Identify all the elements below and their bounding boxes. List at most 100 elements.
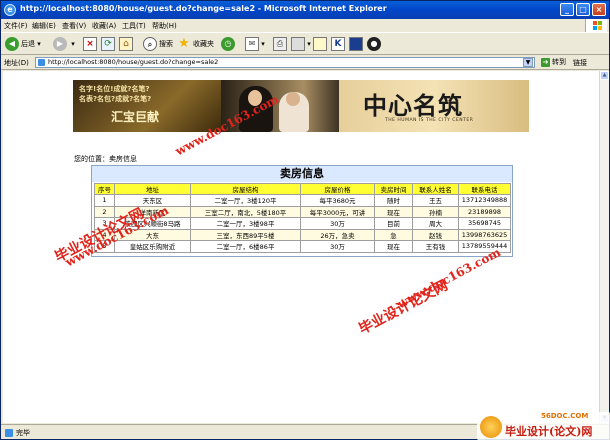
cell-price: 每平3000元，可讲 — [300, 205, 375, 218]
back-arrow-icon: ◀ — [5, 37, 19, 51]
table-row: 1 天东区 二室一厅，3楼120平 每平3680元 随时 王五 13712349… — [94, 194, 511, 207]
col-header-index: 序号 — [94, 183, 115, 195]
col-header-contact-name: 联系人姓名 — [412, 183, 459, 195]
edit-icon — [291, 37, 305, 51]
col-header-phone: 联系电话 — [458, 183, 511, 195]
forward-button[interactable]: ▶ ▾ — [53, 36, 75, 52]
k-button[interactable]: K — [331, 36, 345, 52]
cell-contact-name: 周大 — [412, 217, 459, 230]
logo-disc-icon — [480, 416, 502, 438]
qq-button[interactable]: ● — [367, 36, 383, 52]
refresh-icon: ⟳ — [101, 37, 115, 51]
page-content: 名字!名位!成就?名笔? 名表?名包?成就?名笔? 汇宝巨献 中心名筑 THE … — [3, 71, 599, 423]
stop-button[interactable]: × — [83, 36, 97, 52]
menu-edit[interactable]: 编辑(E) — [32, 21, 56, 31]
go-button[interactable]: ➜ 转到 — [541, 57, 566, 67]
cell-phone: 35698745 — [458, 217, 511, 230]
address-dropdown-button[interactable]: ▼ — [523, 58, 533, 67]
messenger-icon — [349, 37, 363, 51]
cell-phone: 23189898 — [458, 205, 511, 218]
col-header-structure: 房屋结构 — [190, 183, 301, 195]
table-title: 卖房信息 — [92, 166, 512, 182]
cell-sale-time: 急 — [374, 228, 413, 241]
page-icon — [38, 59, 45, 66]
stop-icon: × — [83, 37, 97, 51]
cell-sale-time: 现在 — [374, 205, 413, 218]
page-done-icon — [5, 429, 13, 437]
menu-tools[interactable]: 工具(T) — [122, 21, 146, 31]
cell-structure: 二室一厅，6楼86平 — [190, 240, 301, 253]
mail-button[interactable]: ✉ ▾ — [245, 36, 265, 52]
site-logo: 56DOC.COM 毕业设计(论文)网 — [477, 412, 610, 440]
cell-address: 天东区 — [114, 194, 191, 207]
cell-phone: 13712349888 — [458, 194, 511, 207]
cell-sale-time: 现在 — [374, 240, 413, 253]
vertical-scrollbar[interactable]: ▲ ▼ — [599, 71, 609, 423]
col-header-price: 房屋价格 — [300, 183, 375, 195]
scroll-up-button[interactable]: ▲ — [600, 71, 609, 80]
banner-left-line1: 名字!名位!成就?名笔? — [79, 85, 150, 93]
star-icon: ★ — [178, 36, 190, 51]
history-button[interactable]: ◷ — [221, 36, 237, 52]
cell-phone: 13998763625 — [458, 228, 511, 241]
back-button[interactable]: ◀ 后退 ▾ — [5, 36, 41, 52]
search-button[interactable]: ⌕ 搜索 — [143, 36, 173, 52]
discuss-icon — [313, 37, 327, 51]
cell-structure: 二室一厅，3楼98平 — [190, 217, 301, 230]
print-button[interactable]: ⎙ — [273, 36, 287, 52]
close-button[interactable]: × — [592, 3, 606, 16]
forward-arrow-icon: ▶ — [53, 37, 67, 51]
banner-left-line2: 名表?名包?成就?名笔? — [79, 95, 152, 103]
cell-index: 1 — [94, 194, 115, 207]
menu-bar: 文件(F) 编辑(E) 查看(V) 收藏(A) 工具(T) 帮助(H) — [1, 19, 609, 33]
cell-contact-name: 王五 — [412, 194, 459, 207]
cell-structure: 二室一厅，3楼120平 — [190, 194, 301, 207]
status-text: 完毕 — [16, 429, 30, 437]
menu-help[interactable]: 帮助(H) — [152, 21, 177, 31]
banner-right-subtitle: THE HUMAN IS THE CITY CENTER — [385, 118, 474, 123]
banner-image: 名字!名位!成就?名笔? 名表?名包?成就?名笔? 汇宝巨献 中心名筑 THE … — [73, 80, 529, 132]
title-bar: e http://localhost:8080/house/guest.do?c… — [1, 1, 609, 19]
home-icon: ⌂ — [119, 37, 133, 51]
refresh-button[interactable]: ⟳ — [101, 36, 115, 52]
mail-icon: ✉ — [245, 37, 259, 51]
cell-price: 26万，急卖 — [300, 228, 375, 241]
table-header-row: 序号 地址 房屋结构 房屋价格 卖房时间 联系人姓名 联系电话 — [94, 183, 511, 195]
go-arrow-icon: ➜ — [541, 57, 550, 67]
cell-contact-name: 赵钱 — [412, 228, 459, 241]
k-icon: K — [331, 37, 345, 51]
links-button[interactable]: 链接 — [573, 58, 587, 68]
cell-price: 每平3680元 — [300, 194, 375, 207]
cell-structure: 三室，东西89平5楼 — [190, 228, 301, 241]
menu-view[interactable]: 查看(V) — [62, 21, 86, 31]
ie-icon: e — [4, 4, 16, 16]
col-header-sale-time: 卖房时间 — [374, 183, 413, 195]
address-label: 地址(D) — [4, 59, 29, 67]
cell-contact-name: 孙楠 — [412, 205, 459, 218]
banner-right-title: 中心名筑 — [363, 91, 463, 120]
table-row: 5 皇姑区乐购附近 二室一厅，6楼86平 30万 现在 王有钱 13789559… — [94, 240, 511, 253]
minimize-button[interactable]: _ — [560, 3, 574, 16]
cell-contact-name: 王有钱 — [412, 240, 459, 253]
menu-file[interactable]: 文件(F) — [4, 21, 28, 31]
banner-left-title: 汇宝巨献 — [111, 110, 160, 124]
windows-logo-icon — [585, 19, 607, 32]
home-button[interactable]: ⌂ — [119, 36, 133, 52]
table-row: 4 大东 三室，东西89平5楼 26万，急卖 急 赵钱 13998763625 — [94, 228, 511, 241]
print-icon: ⎙ — [273, 37, 287, 51]
address-input[interactable]: http://localhost:8080/house/guest.do?cha… — [35, 57, 535, 68]
cell-sale-time: 目前 — [374, 217, 413, 230]
logo-text: 毕业设计(论文)网 — [505, 425, 593, 438]
maximize-button[interactable]: □ — [576, 3, 590, 16]
breadcrumb: 您的位置：卖房信息 — [74, 155, 137, 163]
messenger-button[interactable] — [349, 36, 363, 52]
cell-sale-time: 随时 — [374, 194, 413, 207]
discuss-button[interactable] — [313, 36, 327, 52]
col-header-address: 地址 — [114, 183, 191, 195]
menu-favorites[interactable]: 收藏(A) — [92, 21, 116, 31]
favorites-button[interactable]: ★ 收藏夹 — [177, 36, 214, 52]
window-title: http://localhost:8080/house/guest.do?cha… — [20, 4, 387, 13]
edit-button[interactable]: ▾ — [291, 36, 311, 52]
toolbar: ◀ 后退 ▾ ▶ ▾ × ⟳ ⌂ ⌕ 搜索 ★ 收藏夹 ◷ ✉ ▾ ⎙ ▾ K … — [1, 33, 609, 55]
qq-penguin-icon: ● — [367, 37, 381, 51]
